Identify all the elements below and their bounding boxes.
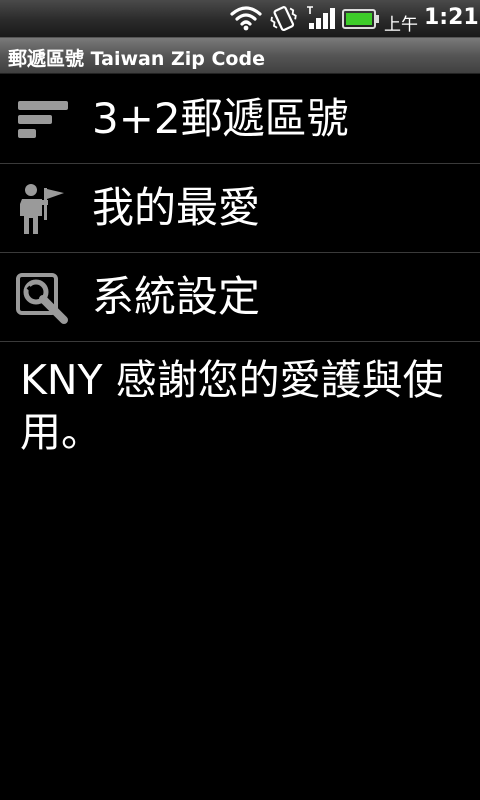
status-ampm: 上午 [384,15,418,35]
menu-item-favorites[interactable]: 我的最愛 [0,164,480,253]
battery-icon [342,9,379,29]
thank-you-message: KNY 感謝您的愛護與使用。 [20,356,444,456]
wrench-icon [16,273,68,324]
title-bar: 郵遞區號 Taiwan Zip Code [0,38,480,74]
menu-item-label: 系統設定 [92,272,261,321]
person-flag-icon [20,184,64,234]
list-icon [18,101,68,138]
status-bar: 上午 1:21 [0,0,480,38]
vibrate-icon [270,6,297,32]
menu-item-label: 我的最愛 [92,183,261,232]
app-title: 郵遞區號 Taiwan Zip Code [8,48,265,70]
wifi-icon [230,6,262,31]
signal-icon [307,6,335,29]
status-time: 1:21 [424,5,479,30]
menu-item-settings[interactable]: 系統設定 [0,253,480,342]
menu-item-zip-code[interactable]: 3+2郵遞區號 [0,75,480,164]
menu-item-label: 3+2郵遞區號 [92,94,349,143]
